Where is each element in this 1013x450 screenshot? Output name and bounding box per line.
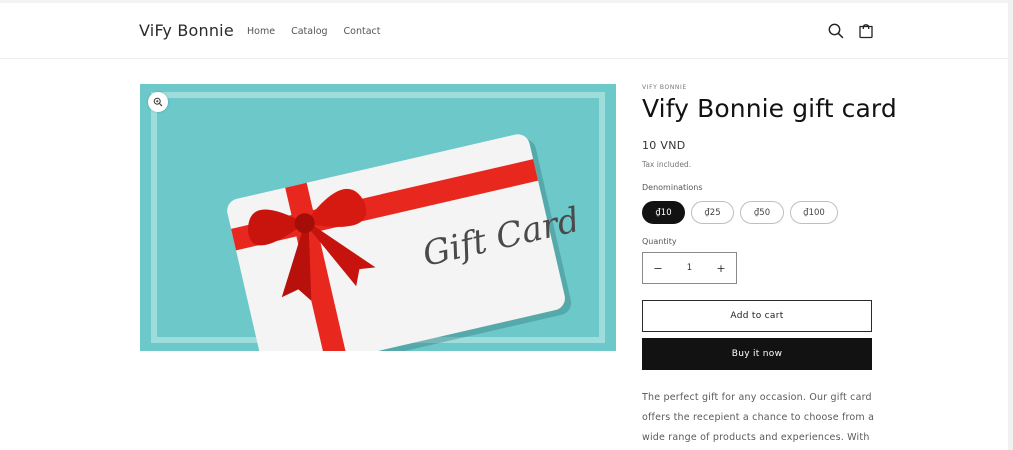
product-media[interactable]: Gift Card [140,84,616,351]
site-header: ViFy Bonnie Home Catalog Contact [0,3,1013,59]
nav-contact[interactable]: Contact [344,26,381,37]
buy-it-now-button[interactable]: Buy it now [642,338,872,370]
description-line: wide range of products and experiences. … [642,432,870,443]
zoom-icon[interactable] [148,92,168,112]
product-vendor: VIFY BONNIE [642,84,687,91]
tax-note: Tax included. [642,160,692,169]
search-icon[interactable] [827,22,845,40]
quantity-increase-button[interactable]: + [706,253,736,283]
nav-home[interactable]: Home [247,26,275,37]
quantity-label: Quantity [642,237,677,246]
quantity-stepper: − + [642,252,737,284]
product-title: Vify Bonnie gift card [642,94,897,123]
denomination-option-100[interactable]: ₫100 [790,201,838,224]
nav-catalog[interactable]: Catalog [291,26,327,37]
gift-card-image: Gift Card [151,92,605,351]
add-to-cart-button[interactable]: Add to cart [642,300,872,332]
description-line: offers the recepient a chance to choose … [642,412,875,423]
denominations-label: Denominations [642,183,703,192]
quantity-input[interactable] [674,263,705,273]
denomination-option-25[interactable]: ₫25 [691,201,734,224]
product-description: The perfect gift for any occasion. Our g… [642,388,877,448]
main-nav: Home Catalog Contact [247,26,397,37]
product-price: 10 VND [642,139,686,152]
site-logo[interactable]: ViFy Bonnie [139,21,234,40]
quantity-decrease-button[interactable]: − [643,253,673,283]
denomination-option-10[interactable]: ₫10 [642,201,685,224]
description-line: The perfect gift for any occasion. Our g… [642,392,872,403]
cart-icon[interactable] [857,22,875,40]
denomination-options: ₫10 ₫25 ₫50 ₫100 [642,201,844,224]
scrollbar-track[interactable] [1008,0,1013,450]
denomination-option-50[interactable]: ₫50 [740,201,784,224]
